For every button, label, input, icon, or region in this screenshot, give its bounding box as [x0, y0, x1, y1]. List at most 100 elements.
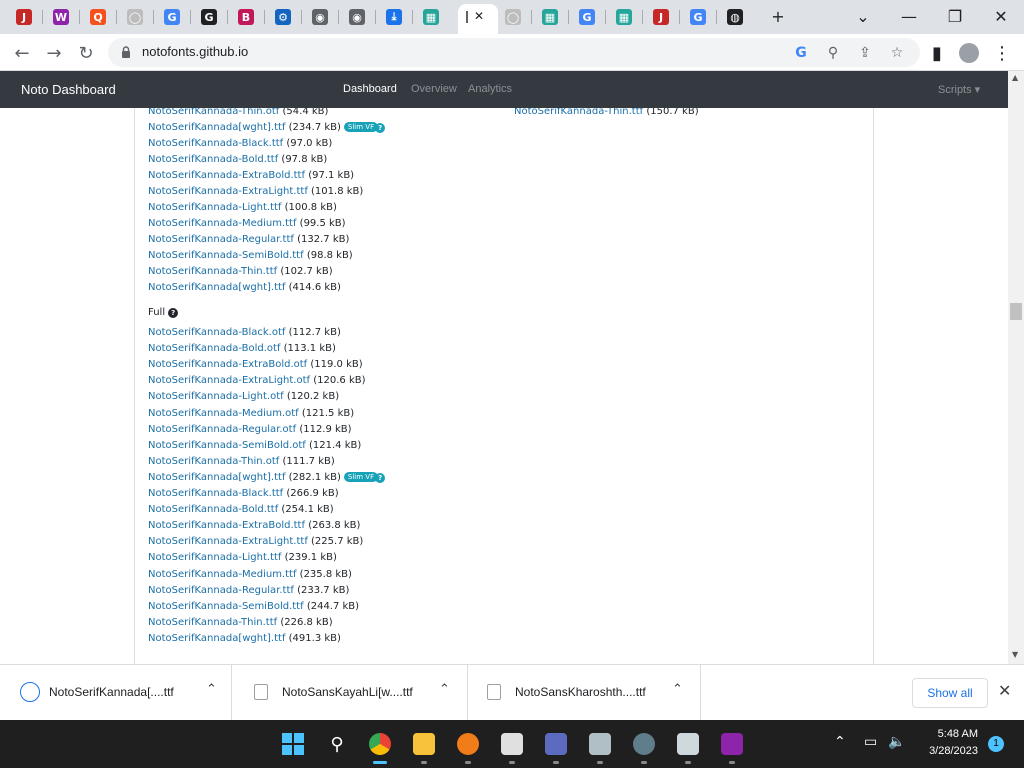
slim-vf-badge[interactable]: Slim VF [343, 471, 379, 482]
file-download-link[interactable]: NotoSerifKannada-Light.ttf [148, 202, 281, 213]
browser-tab[interactable]: G [154, 4, 190, 30]
browser-tab[interactable]: ◉ [302, 4, 338, 30]
file-download-link[interactable]: NotoSerifKannada-Medium.otf [148, 408, 299, 419]
browser-tab[interactable]: B [228, 4, 264, 30]
download-item[interactable]: NotoSerifKannada[....ttf ⌃ [0, 665, 232, 721]
browser-tab[interactable]: J [6, 4, 42, 30]
file-download-link[interactable]: NotoSerifKannada-ExtraBold.ttf [148, 170, 305, 181]
close-tab-icon[interactable]: ✕ [474, 9, 484, 23]
chevron-up-icon[interactable]: ⌃ [439, 682, 450, 697]
volume-icon[interactable]: 🔈 [888, 734, 905, 750]
settings-gear-icon[interactable] [630, 730, 658, 764]
file-download-link[interactable]: NotoSerifKannada-SemiBold.ttf [148, 250, 304, 261]
reload-icon[interactable]: ↻ [73, 40, 99, 66]
browser-tab[interactable]: W [43, 4, 79, 30]
clock-date[interactable]: 3/28/2023 [918, 745, 978, 757]
browser-tab[interactable]: ▦ [532, 4, 568, 30]
file-download-link[interactable]: NotoSerifKannada-Medium.ttf [148, 218, 296, 229]
share-icon[interactable]: ⇪ [855, 43, 875, 63]
brand-link[interactable]: Noto Dashboard [21, 82, 116, 97]
file-download-link[interactable]: NotoSerifKannada-ExtraBold.ttf [148, 520, 305, 531]
file-download-link[interactable]: NotoSerifKannada[wght].ttf [148, 282, 285, 293]
forward-icon[interactable]: → [41, 40, 67, 66]
7zip-icon[interactable] [498, 730, 526, 764]
file-download-link[interactable]: NotoSerifKannada-Bold.ttf [148, 154, 278, 165]
file-download-link[interactable]: NotoSerifKannada-SemiBold.otf [148, 440, 306, 451]
file-download-link[interactable]: NotoSerifKannada-ExtraBold.otf [148, 359, 307, 370]
file-download-link[interactable]: NotoSerifKannada[wght].ttf [148, 122, 285, 133]
file-download-link[interactable]: NotoSerifKannada-Regular.otf [148, 424, 296, 435]
slim-vf-badge[interactable]: Slim VF [343, 122, 379, 132]
file-download-link[interactable]: NotoSerifKannada-Bold.otf [148, 343, 280, 354]
file-download-link[interactable]: NotoSerifKannada-ExtraLight.otf [148, 375, 310, 386]
file-download-link[interactable]: NotoSerifKannada[wght].ttf [148, 633, 285, 644]
browser-tab[interactable]: J [643, 4, 679, 30]
chrome-taskbar-icon[interactable] [366, 730, 394, 764]
help-icon[interactable]: ? [168, 308, 179, 318]
restore-icon[interactable]: ❐ [937, 4, 973, 28]
browser-tab[interactable]: ◍ [717, 4, 753, 30]
browser-tab[interactable]: G [680, 4, 716, 30]
file-download-link[interactable]: NotoSerifKannada-Thin.ttf [148, 266, 277, 277]
zoom-icon[interactable]: ⚲ [823, 43, 843, 63]
file-download-link[interactable]: NotoSerifKannada-Black.ttf [148, 488, 283, 499]
download-item[interactable]: NotoSansKayahLi[w....ttf ⌃ [236, 665, 468, 721]
browser-tab[interactable]: ⚙ [265, 4, 301, 30]
help-icon[interactable]: ? [375, 123, 386, 133]
browser-tab[interactable]: ◉ [339, 4, 375, 30]
file-download-link[interactable]: NotoSerifKannada-ExtraLight.ttf [148, 536, 308, 547]
chevron-up-tray-icon[interactable]: ⌃ [834, 734, 846, 750]
start-icon[interactable] [279, 730, 307, 758]
file-download-link[interactable]: NotoSerifKannada-Regular.ttf [148, 585, 294, 596]
bookmark-star-icon[interactable]: ☆ [887, 43, 907, 63]
network-icon[interactable]: ▭ [864, 734, 877, 750]
file-download-link[interactable]: NotoSerifKannada-Thin.otf [148, 456, 279, 467]
file-download-link[interactable]: NotoSerifKannada-Light.otf [148, 391, 284, 402]
new-tab-button[interactable]: + [760, 4, 796, 28]
back-icon[interactable]: ← [9, 40, 35, 66]
browser-tab[interactable]: ◯ [495, 4, 531, 30]
scroll-up-icon[interactable]: ▲ [1012, 73, 1018, 82]
file-download-link[interactable]: NotoSerifKannada-Thin.ttf [148, 617, 277, 628]
browser-tab[interactable]: ▦ [413, 4, 449, 30]
font-app-icon[interactable] [542, 730, 570, 764]
file-download-link[interactable]: NotoSerifKannada-Medium.ttf [148, 569, 296, 580]
scroll-thumb[interactable] [1010, 303, 1022, 320]
file-explorer-icon[interactable] [410, 730, 438, 764]
tab-search-icon[interactable]: ⌄ [845, 4, 881, 28]
show-all-button[interactable]: Show all [912, 678, 988, 708]
notepad-icon[interactable] [674, 730, 702, 764]
nav-overview[interactable]: Overview [411, 83, 457, 95]
menu-kebab-icon[interactable]: ⋮ [989, 40, 1015, 66]
help-icon[interactable]: ? [375, 472, 386, 483]
nav-analytics[interactable]: Analytics [468, 83, 512, 95]
search-icon[interactable]: ⚲ [323, 730, 351, 758]
close-shelf-icon[interactable]: ✕ [998, 681, 1011, 700]
file-download-link[interactable]: NotoSerifKannada-Thin.otf [148, 108, 279, 117]
scroll-down-icon[interactable]: ▼ [1012, 650, 1018, 659]
file-download-link[interactable]: NotoSerifKannada-Black.ttf [148, 138, 283, 149]
chevron-up-icon[interactable]: ⌃ [206, 682, 217, 697]
nav-dashboard[interactable]: Dashboard [343, 83, 397, 95]
file-download-link[interactable]: NotoSerifKannada-Bold.ttf [148, 504, 278, 515]
browser-tab[interactable]: G [191, 4, 227, 30]
url-text[interactable]: notofonts.github.io [142, 44, 248, 59]
file-download-link[interactable]: NotoSerifKannada-Light.ttf [148, 552, 281, 563]
browser-tab[interactable]: G [569, 4, 605, 30]
side-panel-icon[interactable]: ▮ [924, 40, 950, 66]
file-download-link[interactable]: NotoSerifKannada-ExtraLight.ttf [148, 186, 308, 197]
browser-tab[interactable]: ▦ [606, 4, 642, 30]
minimize-icon[interactable]: — [891, 4, 927, 28]
file-download-link[interactable]: NotoSerifKannada-Thin.ttf [514, 108, 643, 117]
file-download-link[interactable]: NotoSerifKannada-Black.otf [148, 327, 285, 338]
file-download-link[interactable]: NotoSerifKannada-Regular.ttf [148, 234, 294, 245]
close-window-icon[interactable]: ✕ [983, 4, 1019, 28]
clock-time[interactable]: 5:48 AM [928, 728, 978, 740]
browser-tab[interactable]: Q [80, 4, 116, 30]
browser-tab[interactable]: ⤓ [376, 4, 412, 30]
file-download-link[interactable]: NotoSerifKannada[wght].ttf [148, 472, 285, 483]
profile-avatar-icon[interactable] [956, 40, 982, 66]
magnifier-app-icon[interactable] [454, 730, 482, 764]
download-item[interactable]: NotoSansKharoshth....ttf ⌃ [469, 665, 701, 721]
winrar-taskbar-icon[interactable] [718, 730, 746, 764]
